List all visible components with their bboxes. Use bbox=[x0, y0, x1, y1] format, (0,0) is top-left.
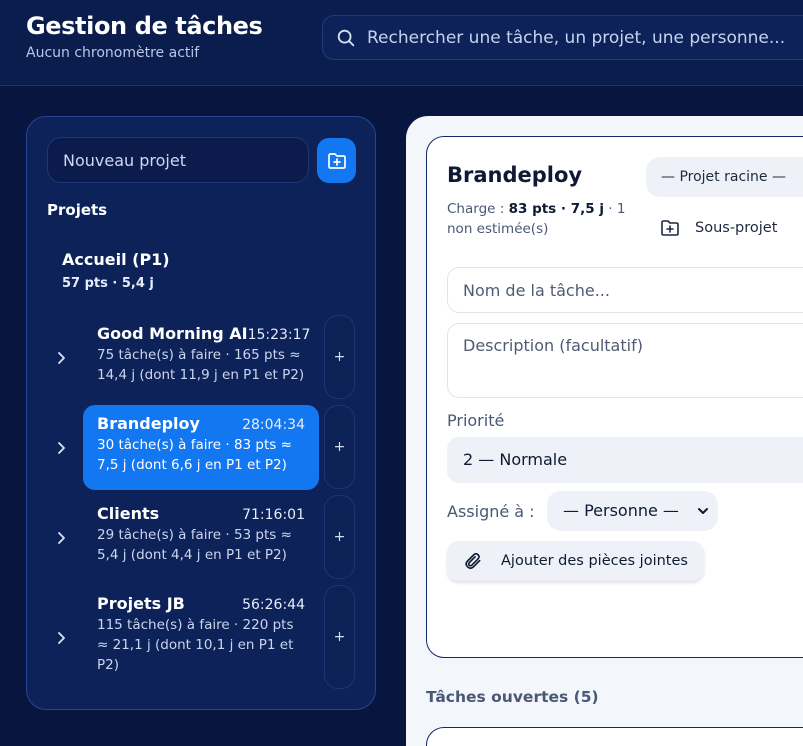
subproject-label: Sous-projet bbox=[695, 220, 778, 236]
chevron-right-icon[interactable] bbox=[55, 631, 67, 645]
project-name: Projets JB bbox=[97, 594, 185, 613]
projects-heading: Projets bbox=[47, 201, 108, 219]
chevron-right-icon[interactable] bbox=[55, 351, 67, 365]
description-field[interactable] bbox=[447, 323, 803, 398]
folder-plus-icon bbox=[327, 152, 346, 169]
description-input[interactable] bbox=[448, 324, 803, 397]
priority-label: Priorité bbox=[447, 411, 505, 430]
task-name-input[interactable] bbox=[448, 268, 803, 312]
search-icon bbox=[337, 29, 355, 47]
project-item-brandeploy[interactable]: Brandeploy 28:04:34 30 tâche(s) à faire … bbox=[83, 405, 319, 490]
chevron-down-icon bbox=[698, 508, 708, 514]
folder-plus-icon bbox=[661, 220, 679, 236]
root-project-name[interactable]: Accueil (P1) bbox=[62, 250, 170, 269]
paperclip-icon bbox=[465, 552, 481, 570]
project-timer: 56:26:44 bbox=[242, 597, 305, 613]
chevron-right-icon[interactable] bbox=[55, 441, 67, 455]
project-timer: 71:16:01 bbox=[242, 507, 305, 523]
parent-project-select[interactable]: — Projet racine — bbox=[646, 157, 803, 197]
root-project-meta: 57 pts · 5,4 j bbox=[62, 276, 154, 291]
assignee-value: — Personne — bbox=[563, 501, 679, 520]
add-task-button[interactable]: + bbox=[324, 315, 355, 399]
new-task-card: Brandeploy Charge : 83 pts · 7,5 j · 1 n… bbox=[426, 136, 803, 658]
project-meta: 115 tâche(s) à faire · 220 pts ≈ 21,1 j … bbox=[97, 617, 294, 673]
project-item-clients[interactable]: Clients 71:16:01 29 tâche(s) à faire · 5… bbox=[83, 495, 319, 574]
app-title: Gestion de tâches bbox=[26, 12, 263, 40]
task-card[interactable] bbox=[426, 727, 803, 746]
project-title: Brandeploy bbox=[447, 163, 583, 187]
add-task-button[interactable]: + bbox=[324, 495, 355, 579]
priority-select[interactable]: 2 — Normale bbox=[447, 437, 803, 483]
project-timer: 28:04:34 bbox=[242, 417, 305, 433]
add-task-button[interactable]: + bbox=[324, 405, 355, 489]
create-project-button[interactable] bbox=[317, 138, 356, 183]
project-timer: 15:23:17 bbox=[247, 327, 311, 343]
project-charge: Charge : 83 pts · 7,5 j · 1 non estimée(… bbox=[447, 199, 627, 239]
search-box[interactable] bbox=[322, 15, 803, 60]
timer-status: Aucun chronomètre actif bbox=[26, 45, 200, 61]
project-meta: 30 tâche(s) à faire · 83 pts ≈ 7,5 j (do… bbox=[97, 437, 292, 473]
project-name: Good Morning AI bbox=[97, 324, 248, 343]
projects-sidebar: Projets Accueil (P1) 57 pts · 5,4 j Good… bbox=[26, 116, 376, 710]
add-subproject-button[interactable]: Sous-projet bbox=[660, 217, 777, 239]
charge-value: 83 pts · 7,5 j bbox=[508, 201, 604, 217]
assignee-select[interactable]: — Personne — bbox=[547, 491, 718, 531]
chevron-right-icon[interactable] bbox=[55, 531, 67, 545]
attachments-label: Ajouter des pièces jointes bbox=[501, 553, 688, 569]
search-input[interactable] bbox=[367, 16, 803, 59]
assignee-label: Assigné à : bbox=[447, 502, 535, 521]
add-attachments-button[interactable]: Ajouter des pièces jointes bbox=[447, 541, 704, 581]
new-project-input[interactable] bbox=[48, 138, 308, 182]
task-name-field[interactable] bbox=[447, 267, 803, 313]
top-bar: Gestion de tâches Aucun chronomètre acti… bbox=[0, 0, 803, 86]
project-name: Clients bbox=[97, 504, 160, 523]
project-meta: 29 tâche(s) à faire · 53 pts ≈ 5,4 j (do… bbox=[97, 527, 292, 563]
project-meta: 75 tâche(s) à faire · 165 pts ≈ 14,4 j (… bbox=[97, 347, 305, 383]
project-name: Brandeploy bbox=[97, 414, 200, 433]
project-detail-panel: Brandeploy Charge : 83 pts · 7,5 j · 1 n… bbox=[406, 116, 803, 746]
add-task-button[interactable]: + bbox=[324, 585, 355, 689]
new-project-field[interactable] bbox=[47, 137, 309, 183]
project-item-good-morning-ai[interactable]: Good Morning AI 15:23:17 75 tâche(s) à f… bbox=[83, 315, 319, 394]
project-item-projets-jb[interactable]: Projets JB 56:26:44 115 tâche(s) à faire… bbox=[83, 585, 319, 684]
open-tasks-heading: Tâches ouvertes (5) bbox=[426, 688, 599, 706]
charge-prefix: Charge : bbox=[447, 201, 509, 217]
